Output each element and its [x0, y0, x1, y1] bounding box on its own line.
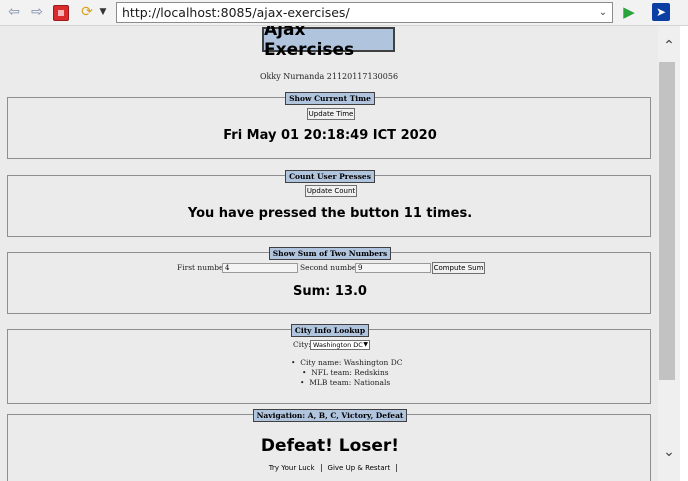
update-count-button[interactable]: Update Count [305, 185, 357, 197]
scroll-up-icon[interactable]: ⌃ [658, 36, 680, 56]
second-number-label: Second number: [300, 263, 363, 272]
mlb-team-text: MLB team: Nationals [309, 378, 391, 387]
nav-result: Defeat! Loser! [260, 436, 400, 456]
address-bar[interactable]: http://localhost:8085/ajax-exercises/ ⌄ [116, 2, 613, 23]
page-title: Ajax Exercises [262, 26, 395, 60]
city-label: City: [293, 340, 311, 349]
second-number-input[interactable]: 9 [355, 263, 431, 273]
forward-arrow-icon[interactable]: ⇨ [28, 3, 46, 21]
nfl-team-item: • NFL team: Redskins [302, 368, 389, 377]
nfl-team-text: NFL team: Redskins [311, 368, 389, 377]
go-play-icon[interactable]: ▶ [620, 3, 638, 21]
time-result: Fri May 01 20:18:49 ICT 2020 [223, 128, 437, 143]
url-text[interactable]: http://localhost:8085/ajax-exercises/ [117, 5, 594, 20]
vertical-scrollbar[interactable]: ⌃ ⌄ [658, 26, 680, 481]
city-name-item: • City name: Washington DC [291, 358, 403, 367]
city-name-text: City name: Washington DC [300, 358, 403, 367]
try-your-luck-link[interactable]: Try Your Luck [263, 464, 322, 472]
section-count-presses: Count User Presses Update Count You have… [7, 170, 651, 237]
update-time-button[interactable]: Update Time [307, 108, 355, 120]
mlb-team-item: • MLB team: Nationals [300, 378, 391, 387]
count-result: You have pressed the button 11 times. [187, 206, 473, 221]
compute-sum-button[interactable]: Compute Sum [432, 262, 485, 274]
dropdown-arrow-icon[interactable]: ▼ [97, 3, 109, 21]
section-legend-sum: Show Sum of Two Numbers [268, 247, 392, 260]
first-number-input[interactable]: 4 [222, 263, 298, 273]
city-select[interactable]: Washington DC ▼ [310, 340, 370, 350]
extension-icon[interactable]: ➤ [652, 3, 670, 21]
nav-links: Try Your Luck Give Up & Restart [8, 464, 652, 472]
section-legend-count: Count User Presses [285, 170, 375, 183]
refresh-icon[interactable]: ⟳ [78, 3, 96, 21]
back-arrow-icon[interactable]: ⇦ [5, 3, 23, 21]
section-sum: Show Sum of Two Numbers First number: 4 … [7, 247, 651, 314]
section-legend-nav: Navigation: A, B, C, Victory, Defeat [252, 409, 408, 422]
chevron-down-icon: ▼ [363, 341, 368, 348]
city-select-value: Washington DC [313, 341, 363, 349]
section-current-time: Show Current Time Update Time Fri May 01… [7, 92, 651, 159]
author-line: Okky Nurnanda 21120117130056 [259, 72, 399, 81]
chevron-down-icon[interactable]: ⌄ [594, 3, 612, 22]
page-content: Ajax Exercises Okky Nurnanda 21120117130… [0, 26, 658, 481]
section-legend-time: Show Current Time [285, 92, 375, 105]
give-up-restart-link[interactable]: Give Up & Restart [322, 464, 398, 472]
section-navigation: Navigation: A, B, C, Victory, Defeat Def… [7, 409, 652, 481]
scroll-thumb[interactable] [659, 62, 675, 380]
window-edge [680, 26, 688, 481]
section-city-lookup: City Info Lookup City: Washington DC ▼ •… [7, 324, 651, 404]
browser-toolbar: ⇦ ⇨ ⟳ ▼ http://localhost:8085/ajax-exerc… [0, 0, 688, 26]
scroll-down-icon[interactable]: ⌄ [658, 442, 680, 462]
section-legend-city: City Info Lookup [290, 324, 370, 337]
stop-icon[interactable] [53, 5, 69, 21]
sum-result: Sum: 13.0 [293, 284, 367, 299]
